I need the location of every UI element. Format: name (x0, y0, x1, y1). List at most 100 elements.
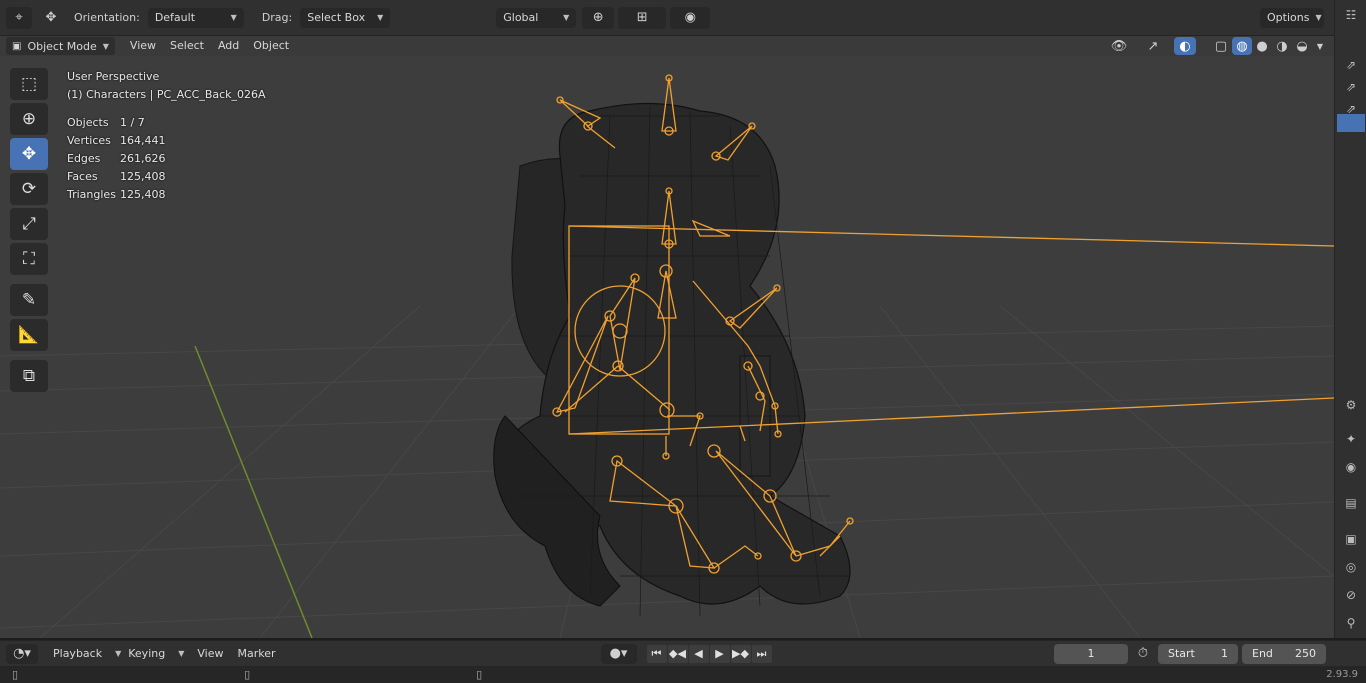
rotate-tool[interactable]: ⟳ (10, 173, 48, 205)
chevron-down-icon: ▼ (1315, 13, 1322, 22)
viewport-header: ▣ Object Mode ▼ View Select Add Object 👁… (0, 36, 1334, 56)
mouse-left-icon: ▯ (12, 668, 19, 681)
cursor-tool[interactable]: ⊕ (10, 103, 48, 135)
world-properties-icon[interactable]: ◉ (1340, 456, 1362, 478)
outliner-icon[interactable]: ☷ (1340, 4, 1362, 26)
menu-keying[interactable]: Keying (121, 644, 172, 664)
wireframe-mesh (493, 102, 851, 617)
chevron-down-icon[interactable]: ▼ (1312, 35, 1328, 57)
overlays-icon[interactable]: ◐ (1174, 37, 1196, 55)
stat-row: Faces 125,408 (67, 170, 166, 183)
mode-value: Object Mode (27, 39, 97, 53)
timeline-editor-icon[interactable]: ◔▾ (6, 643, 38, 664)
rotate-icon: ⟳ (21, 179, 37, 199)
transform-tool[interactable]: ⛶ (10, 243, 48, 275)
cursor-icon: ⊕ (21, 109, 37, 129)
current-frame-field[interactable]: 1 (1054, 643, 1128, 664)
armature-data-icon[interactable]: ⚲ (1340, 612, 1362, 634)
rendered-shading-icon[interactable]: ◒ (1292, 35, 1312, 57)
chevron-down-icon: ▼ (102, 41, 109, 51)
start-frame-field[interactable]: Start 1 (1158, 643, 1238, 664)
y-axis-line (194, 345, 313, 638)
drag-label: Drag: (261, 11, 293, 24)
view-name: User Perspective (67, 70, 160, 83)
menu-view[interactable]: View (190, 644, 230, 664)
chevron-down-icon: ▼ (377, 13, 384, 22)
menu-view[interactable]: View (123, 36, 163, 56)
drag-value: Select Box (307, 11, 366, 24)
solid-shading-icon[interactable]: ● (1252, 35, 1272, 57)
snap-icon[interactable]: ⊞ (618, 6, 667, 29)
jump-end-icon[interactable]: ⏭ (751, 644, 772, 663)
move-tool[interactable]: ✥ (10, 138, 48, 170)
current-frame-value: 1 (1087, 647, 1095, 660)
transform-space-dropdown[interactable]: Global ▼ (496, 7, 577, 28)
select-box-tool[interactable]: ⬚ (10, 68, 48, 100)
jump-start-icon[interactable]: ⏮ (646, 644, 667, 663)
constraints-properties-icon[interactable]: ⊘ (1340, 584, 1362, 606)
end-frame-field[interactable]: End 250 (1242, 643, 1326, 664)
menu-object[interactable]: Object (246, 36, 296, 56)
version-label: 2.93.9 (1326, 669, 1358, 680)
move-gizmo-icon[interactable]: ✥ (38, 7, 64, 29)
options-dropdown[interactable]: Options ▼ (1260, 7, 1324, 28)
xray-icon[interactable]: ▢ (1210, 35, 1232, 57)
viewport-info-overlay: User Perspective (1) Characters | PC_ACC… (67, 68, 266, 204)
drag-dropdown[interactable]: Select Box ▼ (300, 7, 391, 28)
pivot-point-icon[interactable]: ⊕ (582, 6, 615, 29)
restrict-select-icon[interactable]: ⇗ (1340, 54, 1362, 76)
physics-properties-icon[interactable]: ◎ (1340, 556, 1362, 578)
menu-select[interactable]: Select (163, 36, 211, 56)
start-value: 1 (1221, 647, 1228, 660)
measure-icon: 📐 (18, 325, 40, 345)
scale-icon: ⤢ (22, 214, 36, 234)
play-icon[interactable]: ▶ (709, 644, 730, 663)
proportional-edit-icon[interactable]: ◉ (670, 6, 711, 29)
chevron-down-icon: ▼ (230, 13, 237, 22)
tool-properties-icon[interactable]: ⚙ (1340, 394, 1362, 416)
end-value: 250 (1295, 647, 1316, 660)
transform-space-value: Global (503, 11, 539, 24)
menu-playback[interactable]: Playback (46, 644, 109, 664)
object-mode-icon: ▣ (12, 40, 22, 52)
render-properties-icon[interactable]: ✦ (1340, 428, 1362, 450)
wireframe-shading-icon[interactable]: ◍ (1232, 37, 1252, 55)
orientation-dropdown[interactable]: Default ▼ (147, 7, 244, 28)
add-cube-icon: ⧉ (22, 366, 36, 386)
annotate-tool[interactable]: ✎ (10, 284, 48, 316)
play-reverse-icon[interactable]: ◀ (688, 644, 709, 663)
stopwatch-icon[interactable]: ⏱ (1130, 643, 1156, 665)
measure-tool[interactable]: 📐 (10, 319, 48, 351)
jump-keyframe-forward-icon[interactable]: ▶◆ (730, 644, 751, 663)
stat-row: Objects 1 / 7 (67, 116, 145, 129)
end-label: End (1252, 647, 1273, 660)
stat-row: Edges 261,626 (67, 152, 166, 165)
restrict-select-icon[interactable]: ⇗ (1340, 76, 1362, 98)
add-cube-tool[interactable]: ⧉ (10, 360, 48, 392)
orientation-value: Default (154, 11, 196, 24)
jump-keyframe-back-icon[interactable]: ◆◀ (667, 644, 688, 663)
orientation-label: Orientation: (74, 11, 140, 24)
selected-outliner-row[interactable] (1337, 114, 1365, 132)
record-icon[interactable]: ●▾ (600, 643, 637, 664)
timeline-header: ◔▾ Playback ▼ Keying ▼ View Marker ●▾ ⏮ … (0, 640, 1366, 666)
status-bar: ▯ ▯ ▯ (0, 666, 1366, 683)
collection-properties-icon[interactable]: ▤ (1340, 492, 1362, 514)
3d-viewport[interactable]: ⬚ ⊕ ✥ ⟳ ⤢ ⛶ ✎ 📐 ⧉ User Perspective (1) C… (0, 56, 1334, 638)
editor-type-icon[interactable]: ⌖ (6, 6, 32, 29)
stat-row: Triangles 125,408 (67, 188, 166, 201)
object-properties-icon[interactable]: ▣ (1340, 528, 1362, 550)
chevron-down-icon: ▼ (563, 13, 570, 22)
stat-row: Vertices 164,441 (67, 134, 166, 147)
active-object-name: (1) Characters | PC_ACC_Back_026A (67, 88, 266, 101)
start-label: Start (1168, 647, 1195, 660)
menu-add[interactable]: Add (211, 36, 246, 56)
toolshelf: ⬚ ⊕ ✥ ⟳ ⤢ ⛶ ✎ 📐 ⧉ (8, 68, 50, 395)
gizmo-icon[interactable]: ↗ (1140, 35, 1166, 57)
material-shading-icon[interactable]: ◑ (1272, 35, 1292, 57)
scale-tool[interactable]: ⤢ (10, 208, 48, 240)
tool-settings-bar: ⌖ ✥ Orientation: Default ▼ Drag: Select … (0, 0, 1366, 36)
mode-dropdown[interactable]: ▣ Object Mode ▼ (6, 37, 115, 55)
menu-marker[interactable]: Marker (230, 644, 282, 664)
visibility-icon[interactable]: 👁 (1106, 35, 1132, 57)
